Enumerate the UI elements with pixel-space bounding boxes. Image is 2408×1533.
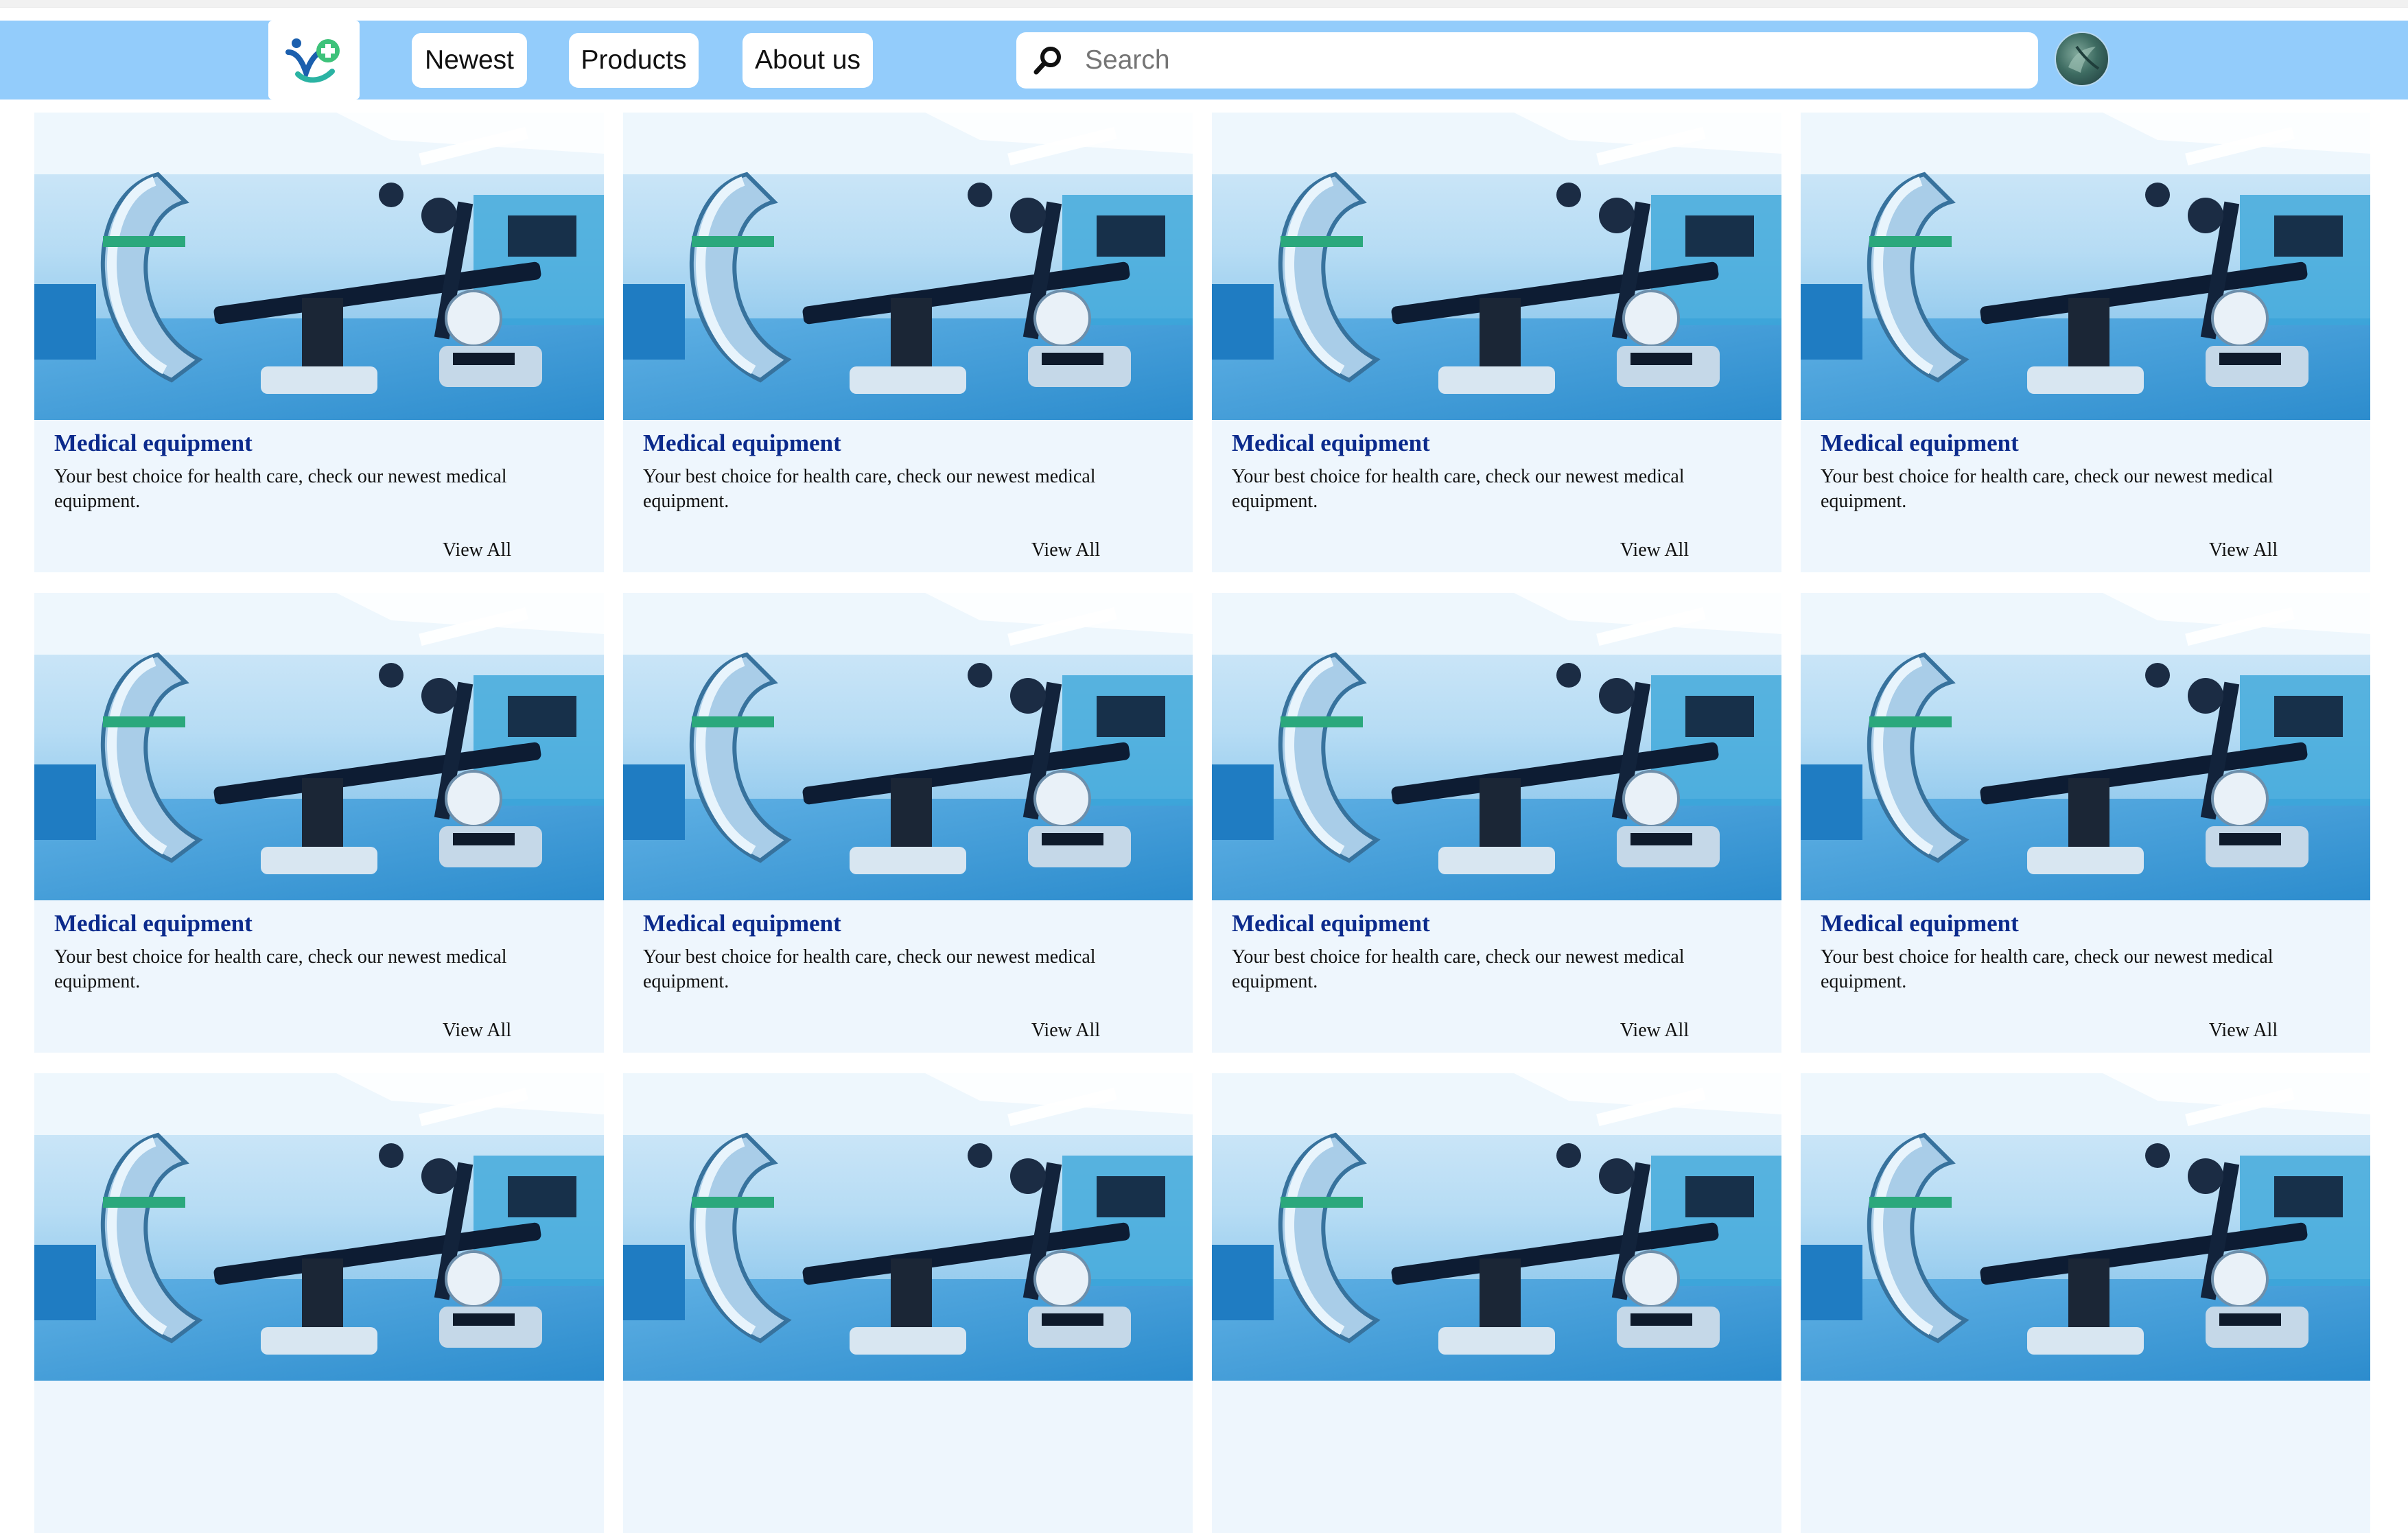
product-card[interactable]: Medical equipment Your best choice for he… [1801,593,2370,1053]
product-card-image[interactable] [34,593,604,900]
medical-equipment-image [1212,593,1781,900]
medical-equipment-image [34,113,604,420]
product-card[interactable]: Medical equipment Your best choice for he… [623,113,1193,572]
product-card[interactable] [1212,1073,1781,1533]
product-card-image[interactable] [623,593,1193,900]
product-card-image[interactable] [623,113,1193,420]
medical-equipment-image [1212,113,1781,420]
product-card-description: Your best choice for health care, check … [643,466,1096,512]
health-plus-logo-icon [285,38,340,82]
product-card[interactable]: Medical equipment Your best choice for he… [1801,113,2370,572]
product-card-title: Medical equipment [1821,430,2019,456]
medical-equipment-image [623,113,1193,420]
view-all-link[interactable]: View All [408,1020,546,1042]
product-card[interactable]: Medical equipment Your best choice for he… [1212,593,1781,1053]
product-card[interactable]: Medical equipment Your best choice for he… [34,113,604,572]
nav-products[interactable]: Products [569,33,699,88]
view-all-link[interactable]: View All [997,539,1134,561]
site-header: Newest Products About us [0,21,2408,100]
product-card[interactable]: Medical equipment Your best choice for he… [34,593,604,1053]
product-card-title: Medical equipment [54,430,253,456]
product-card-image[interactable] [1801,1073,2370,1381]
product-card-description: Your best choice for health care, check … [1232,466,1685,512]
product-card-title: Medical equipment [643,910,841,937]
product-card[interactable] [623,1073,1193,1533]
product-card-image[interactable] [34,113,604,420]
product-card-image[interactable] [1801,113,2370,420]
product-card-description: Your best choice for health care, check … [54,946,507,992]
product-card[interactable]: Medical equipment Your best choice for he… [1212,113,1781,572]
nav-about-us[interactable]: About us [743,33,873,88]
search-icon[interactable] [1030,42,1067,79]
medical-equipment-image [1801,1073,2370,1381]
browser-top-strip [0,0,2408,8]
site-logo[interactable] [268,21,360,100]
medical-equipment-image [1212,1073,1781,1381]
medical-equipment-image [34,593,604,900]
nav-newest[interactable]: Newest [412,33,527,88]
search-bar [1016,32,2038,89]
product-grid: Medical equipment Your best choice for he… [34,113,2371,1533]
product-card-description: Your best choice for health care, check … [54,466,507,512]
view-all-link[interactable]: View All [1586,539,1723,561]
search-input[interactable] [1084,39,1978,82]
avatar[interactable] [2055,32,2109,86]
product-card-title: Medical equipment [1232,430,1430,456]
product-card-description: Your best choice for health care, check … [1232,946,1685,992]
product-card-title: Medical equipment [1821,910,2019,937]
medical-equipment-image [34,1073,604,1381]
product-card-description: Your best choice for health care, check … [1821,946,2273,992]
product-card-image[interactable] [1212,1073,1781,1381]
medical-equipment-image [623,1073,1193,1381]
product-card-image[interactable] [1212,113,1781,420]
product-card-image[interactable] [623,1073,1193,1381]
view-all-link[interactable]: View All [2175,1020,2312,1042]
product-card-description: Your best choice for health care, check … [1821,466,2273,512]
product-card-title: Medical equipment [1232,910,1430,937]
product-card-image[interactable] [34,1073,604,1381]
product-card-image[interactable] [1212,593,1781,900]
view-all-link[interactable]: View All [997,1020,1134,1042]
product-card-description: Your best choice for health care, check … [643,946,1096,992]
view-all-link[interactable]: View All [408,539,546,561]
medical-equipment-image [1801,593,2370,900]
product-card[interactable] [34,1073,604,1533]
view-all-link[interactable]: View All [2175,539,2312,561]
medical-equipment-image [623,593,1193,900]
product-card-title: Medical equipment [643,430,841,456]
medical-equipment-image [1801,113,2370,420]
product-card-image[interactable] [1801,593,2370,900]
product-card[interactable]: Medical equipment Your best choice for he… [623,593,1193,1053]
product-card-title: Medical equipment [54,910,253,937]
product-card[interactable] [1801,1073,2370,1533]
view-all-link[interactable]: View All [1586,1020,1723,1042]
